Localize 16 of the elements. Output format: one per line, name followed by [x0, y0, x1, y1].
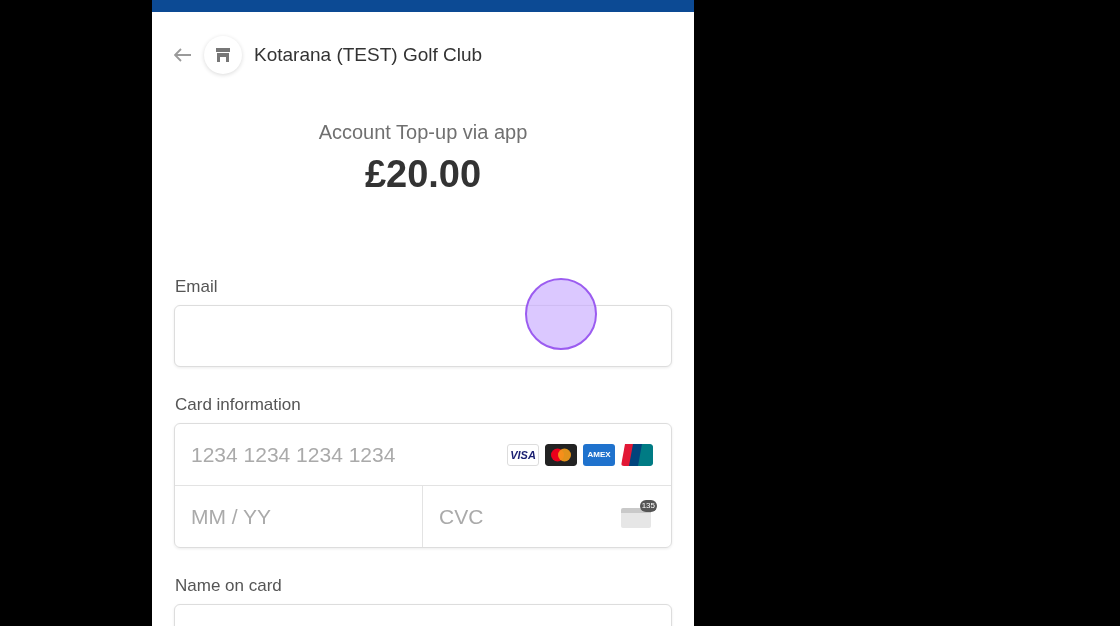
cvc-field[interactable]: CVC — [423, 487, 621, 546]
expiry-field[interactable]: MM / YY — [175, 486, 423, 547]
unionpay-logo — [621, 443, 653, 466]
field-label: Card information — [175, 395, 302, 415]
field-label: Email — [175, 277, 219, 297]
card-number-field[interactable]: 1234 1234 1234 1234 — [175, 425, 507, 484]
mastercard-logo — [545, 443, 577, 466]
field-label: Name on card — [175, 576, 283, 596]
amex-logo: AMEX — [583, 443, 615, 466]
card-input-group[interactable]: 1234 1234 1234 1234 VISA AMEX MM / YY CVC 135 — [174, 423, 672, 548]
visa-logo: VISA — [507, 443, 539, 466]
payment-amount: £20.00 — [364, 153, 482, 196]
merchant-name: Kotarana (TEST) Golf Club — [254, 44, 483, 66]
back-arrow-icon[interactable] — [174, 48, 192, 62]
email-field[interactable] — [174, 305, 672, 367]
payment-description: Account Top-up via app — [318, 121, 528, 144]
